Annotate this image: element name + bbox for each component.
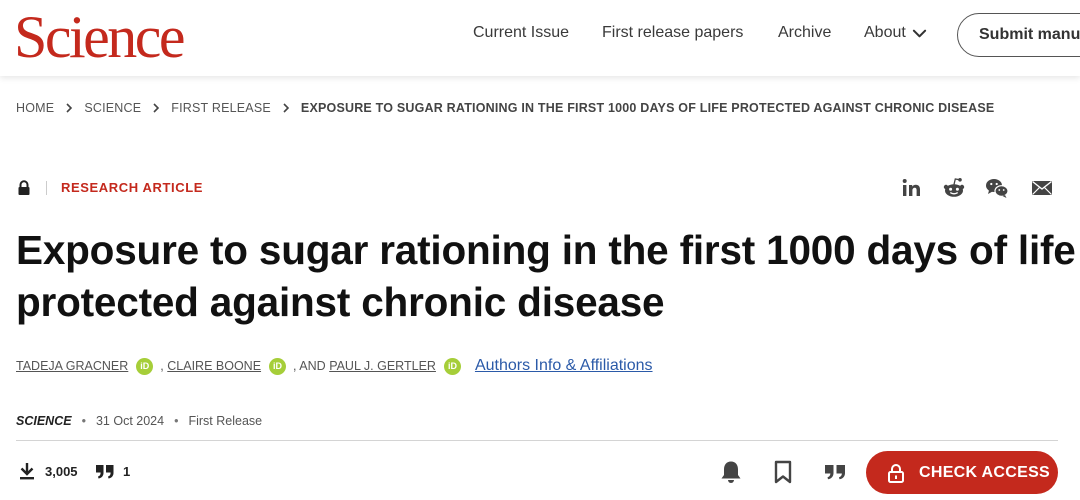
science-logo[interactable]: Science [14,4,186,70]
email-icon[interactable] [1030,176,1054,200]
download-count: 3,005 [45,464,78,479]
divider [16,440,1058,441]
authors-affiliations-link[interactable]: Authors Info & Affiliations [475,357,653,375]
nav-current-issue[interactable]: Current Issue [473,24,569,42]
lock-icon [18,180,30,195]
author-name[interactable]: PAUL J. GERTLER [329,359,436,373]
breadcrumb-science[interactable]: SCIENCE [84,101,141,115]
nav-archive[interactable]: Archive [778,24,831,42]
bookmark-icon[interactable] [770,459,796,485]
cite-icon[interactable] [822,459,848,485]
journal-name: SCIENCE [16,414,72,428]
nav-about[interactable]: About [864,24,927,42]
citation-icon [96,465,114,479]
chevron-down-icon [912,29,926,37]
breadcrumb-current: EXPOSURE TO SUGAR RATIONING IN THE FIRST… [300,101,995,115]
chevron-right-icon [271,103,301,113]
release-status: First Release [188,414,263,428]
download-icon [20,463,34,480]
orcid-icon[interactable]: iD [443,357,461,375]
publication-date: 31 Oct 2024 [95,414,165,428]
breadcrumb-first-release[interactable]: FIRST RELEASE [171,101,271,115]
meta-bullet: • [174,414,179,428]
author-separator: , AND [293,359,326,373]
author-list: TADEJA GRACNER iD , CLAIRE BOONE iD , AN… [16,357,653,375]
author-name[interactable]: CLAIRE BOONE [167,359,261,373]
breadcrumb-home[interactable]: HOME [16,101,54,115]
article-title: Exposure to sugar rationing in the first… [16,227,1076,325]
check-access-label: CHECK ACCESS [919,463,1051,481]
type-divider [46,181,47,195]
article-type-label: RESEARCH ARTICLE [61,180,204,195]
check-access-button[interactable]: CHECK ACCESS [866,451,1058,494]
nav-about-label: About [864,24,906,41]
author-name[interactable]: TADEJA GRACNER [16,359,128,373]
author-separator: , [160,359,164,373]
chevron-right-icon [54,103,84,113]
orcid-icon[interactable]: iD [269,357,287,375]
wechat-icon[interactable] [985,176,1009,200]
chevron-right-icon [141,103,171,113]
breadcrumb: HOME SCIENCE FIRST RELEASE EXPOSURE TO S… [16,101,994,115]
reddit-icon[interactable] [942,176,966,200]
nav-first-release-papers[interactable]: First release papers [602,24,743,42]
citation-count: 1 [123,464,131,479]
linkedin-icon[interactable] [900,176,924,200]
article-meta: SCIENCE • 31 Oct 2024 • First Release [16,414,262,428]
alert-bell-icon[interactable] [718,459,744,485]
orcid-icon[interactable]: iD [136,357,154,375]
submit-manuscript-button[interactable]: Submit manus [957,13,1080,57]
site-header: Science Current Issue First release pape… [0,0,1080,76]
lock-icon [888,463,904,483]
meta-bullet: • [81,414,86,428]
